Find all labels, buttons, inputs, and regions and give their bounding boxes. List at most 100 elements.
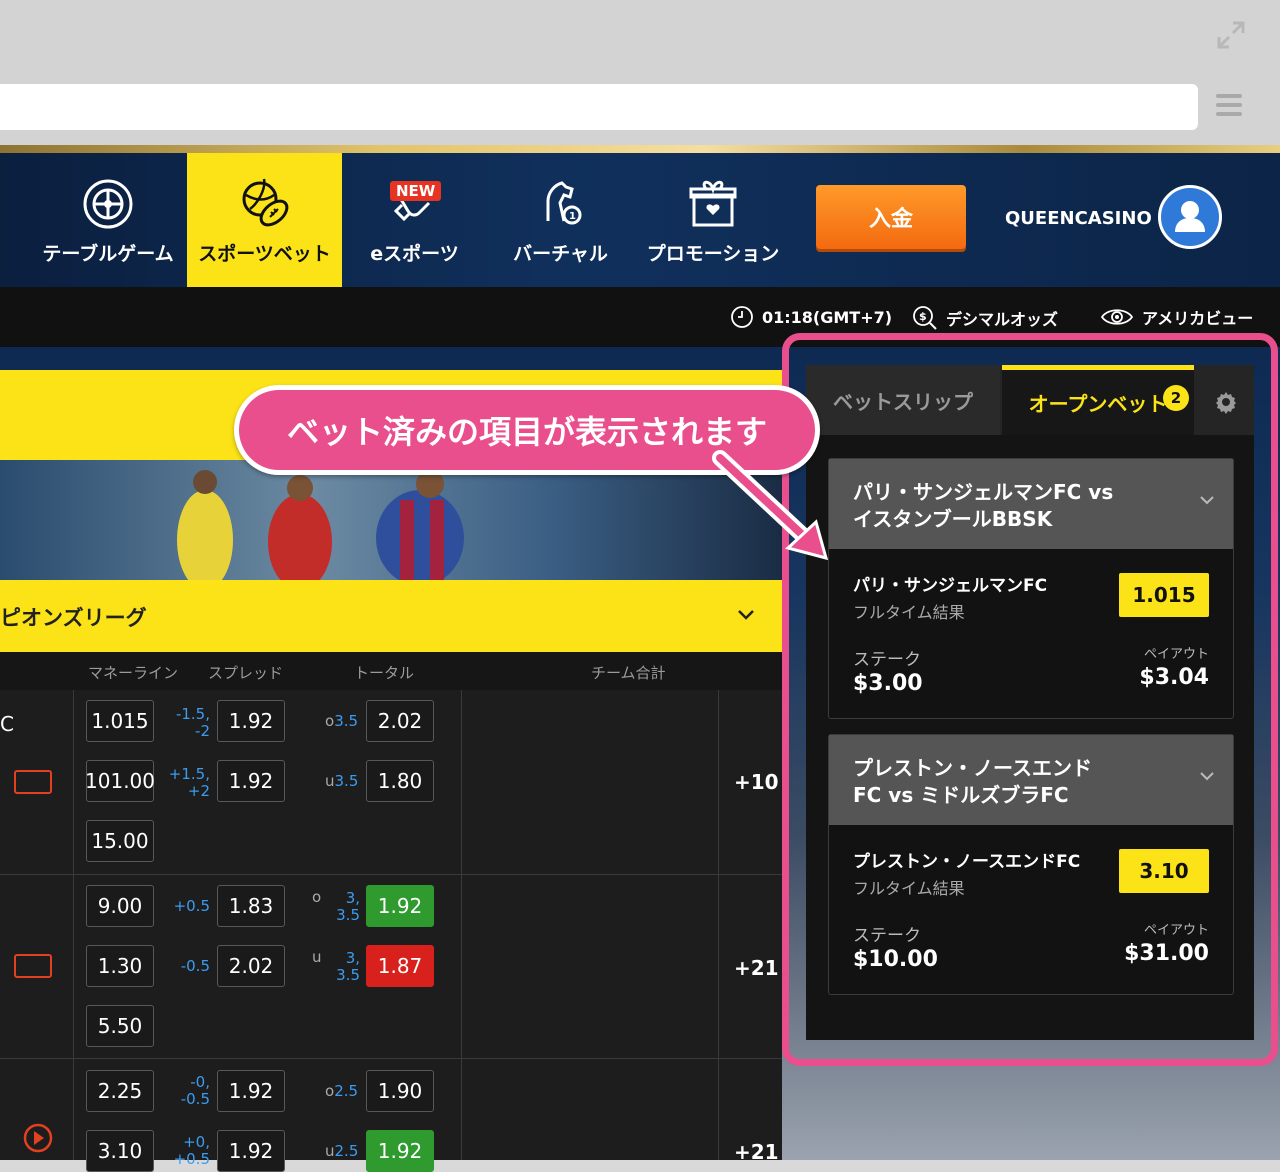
open-bet-card: プレストン・ノースエンド FC vs ミドルズブラFC プレストン・ノースエンド…	[828, 734, 1234, 995]
nav-esports[interactable]: NEW eスポーツ	[342, 153, 487, 287]
stake-value: $10.00	[853, 947, 938, 972]
sports-balls-icon	[242, 178, 288, 227]
bet-selection: プレストン・ノースエンドFC	[853, 852, 1081, 872]
spread-odd[interactable]: 2.02	[217, 945, 285, 987]
payout-value: $3.04	[1139, 665, 1209, 690]
svg-text:$: $	[919, 310, 927, 323]
pitch-icon[interactable]	[14, 770, 52, 794]
more-markets-link[interactable]: +10	[734, 770, 779, 794]
browser-chrome	[0, 0, 1280, 145]
spread-handicap: -0, -0.5	[180, 1073, 210, 1108]
bet-price: 3.10	[1119, 849, 1209, 893]
total-odd[interactable]: 1.80	[366, 760, 434, 802]
header-spread: スプレッド	[208, 664, 284, 682]
nav-table-games[interactable]: テーブルゲーム	[30, 153, 186, 287]
roulette-icon	[83, 179, 133, 229]
header-total: トータル	[354, 664, 415, 682]
expand-icon[interactable]	[1216, 20, 1246, 50]
spread-handicap: -1.5, -2	[175, 705, 210, 740]
moneyline-odd[interactable]: 2.25	[86, 1070, 154, 1112]
bet-price: 1.015	[1119, 573, 1209, 617]
nav-label: スポーツベット	[198, 243, 331, 265]
total-odd-down[interactable]: 1.87	[366, 945, 434, 987]
total-side: o	[312, 888, 322, 906]
nav-promotion[interactable]: プロモーション	[636, 153, 790, 287]
moneyline-odd[interactable]: 1.015	[86, 700, 154, 742]
gift-icon	[689, 180, 737, 227]
view-label: アメリカビュー	[1142, 309, 1254, 328]
site-header: テーブルゲーム スポーツベット NEW eスポーツ 1 バーチャル プロモーショ…	[0, 145, 1280, 287]
nav-label: テーブルゲーム	[42, 243, 174, 265]
chevron-down-icon[interactable]	[1199, 495, 1215, 507]
total-line: o2.5	[325, 1082, 359, 1100]
payout-label: ペイアウト	[1143, 923, 1209, 938]
total-line: u2.5	[325, 1142, 359, 1160]
spread-odd[interactable]: 1.92	[217, 700, 285, 742]
stake-label: ステーク	[853, 926, 921, 946]
nav-sports-bet[interactable]: スポーツベット	[187, 153, 342, 287]
spread-odd[interactable]: 1.92	[217, 1130, 285, 1172]
live-play-icon[interactable]	[22, 1122, 54, 1154]
bet-selection: パリ・サンジェルマンFC	[853, 576, 1048, 596]
moneyline-odd[interactable]: 15.00	[86, 820, 154, 862]
league-header[interactable]: ピオンズリーグ	[0, 580, 782, 652]
nav-virtual[interactable]: 1 バーチャル	[488, 153, 633, 287]
total-line: 3, 3.5	[336, 949, 360, 984]
total-line: u3.5	[325, 772, 359, 790]
total-odd-up[interactable]: 1.92	[366, 885, 434, 927]
total-odd[interactable]: 2.02	[366, 700, 434, 742]
total-odd[interactable]: 1.90	[366, 1070, 434, 1112]
tab-betslip[interactable]: ベットスリップ	[806, 365, 1000, 435]
address-bar[interactable]	[0, 84, 1198, 130]
brand-name: QUEENCASINO	[1005, 208, 1152, 229]
coin-search-icon: $	[913, 306, 937, 330]
odds-table: マネーライン スプレッド トータル チーム合計 C 1.015 101.00 1…	[0, 652, 782, 1172]
more-markets-link[interactable]: +21	[734, 956, 779, 980]
horse-icon: 1	[546, 181, 581, 225]
time-text: 01:18(GMT+7)	[762, 307, 893, 327]
moneyline-odd[interactable]: 101.00	[85, 760, 155, 802]
spread-handicap: +1.5, +2	[168, 765, 210, 800]
hero-players-image	[0, 460, 782, 580]
odds-format-label: デシマルオッズ	[946, 310, 1059, 329]
pitch-icon[interactable]	[14, 954, 52, 978]
league-title: ピオンズリーグ	[0, 606, 147, 630]
moneyline-odd[interactable]: 3.10	[86, 1130, 154, 1172]
callout-arrow	[712, 450, 829, 561]
bet-card-header[interactable]: プレストン・ノースエンド FC vs ミドルズブラFC	[829, 735, 1233, 825]
payout-label: ペイアウト	[1143, 647, 1209, 662]
nav-label: バーチャル	[513, 243, 608, 265]
new-badge: NEW	[390, 181, 442, 201]
moneyline-odd[interactable]: 1.30	[86, 945, 154, 987]
open-bets-count-badge: 2	[1163, 385, 1189, 411]
team-name: C	[0, 712, 14, 736]
payout-value: $31.00	[1124, 941, 1209, 966]
chevron-down-icon[interactable]	[1199, 771, 1215, 783]
stake-label: ステーク	[853, 650, 921, 670]
gear-icon[interactable]	[1214, 390, 1238, 414]
odds-format-selector[interactable]: $ デシマルオッズ	[912, 305, 1058, 331]
chevron-down-icon[interactable]	[736, 608, 756, 622]
total-odd-up[interactable]: 1.92	[366, 1130, 434, 1172]
view-selector[interactable]: アメリカビュー	[1100, 305, 1253, 329]
header-moneyline: マネーライン	[88, 664, 179, 682]
spread-odd[interactable]: 1.92	[217, 1070, 285, 1112]
browser-menu-icon[interactable]	[1216, 94, 1242, 120]
user-avatar-icon[interactable]	[1158, 185, 1222, 249]
deposit-button[interactable]: 入金	[816, 185, 966, 249]
header-gold-line	[0, 145, 1280, 153]
moneyline-odd[interactable]: 9.00	[86, 885, 154, 927]
moneyline-odd[interactable]: 5.50	[86, 1005, 154, 1047]
total-line: 3, 3.5	[336, 889, 360, 924]
header-team-total: チーム合計	[591, 664, 666, 682]
total-side: u	[312, 948, 322, 966]
clock-display: 01:18(GMT+7)	[730, 305, 892, 329]
spread-odd[interactable]: 1.83	[217, 885, 285, 927]
nav-label: eスポーツ	[370, 243, 459, 265]
stake-value: $3.00	[853, 671, 923, 696]
more-markets-link[interactable]: +21	[734, 1140, 779, 1164]
bet-market: フルタイム結果	[853, 879, 965, 898]
eye-icon	[1100, 309, 1134, 325]
spread-odd[interactable]: 1.92	[217, 760, 285, 802]
bet-card-header[interactable]: パリ・サンジェルマンFC vs イスタンブールBBSK	[829, 459, 1233, 549]
